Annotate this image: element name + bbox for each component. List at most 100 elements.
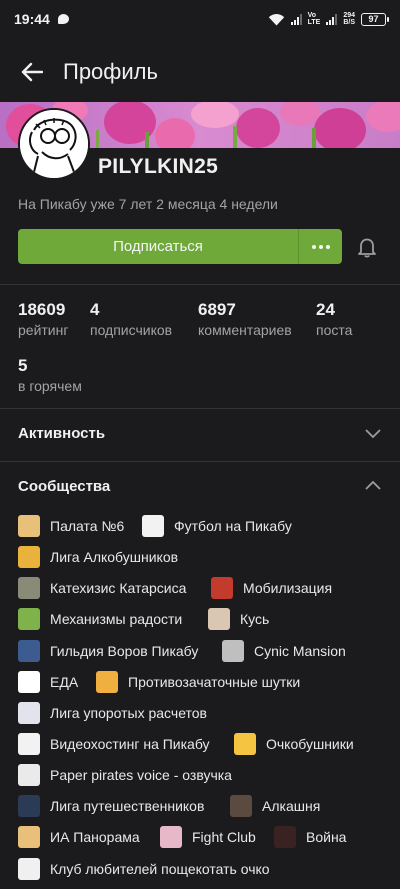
back-button[interactable] (19, 59, 45, 85)
section-activity[interactable]: Активность (0, 408, 400, 458)
section-communities-title: Сообщества (18, 477, 111, 495)
community-item[interactable]: Кусь (208, 608, 269, 630)
community-item[interactable]: Война (274, 826, 346, 848)
section-communities[interactable]: Сообщества (0, 461, 400, 511)
community-name: Футбол на Пикабу (174, 518, 292, 534)
community-name: Fight Club (192, 829, 256, 845)
community-item[interactable]: Видеохостинг на Пикабу (18, 733, 210, 755)
page-title: Профиль (63, 59, 158, 84)
chevron-up-icon (365, 480, 381, 490)
chat-notification-icon (57, 14, 69, 24)
status-time: 19:44 (14, 11, 50, 27)
community-item[interactable]: Лига путешественников (18, 795, 204, 817)
status-bar: 19:44 Vo LTE 294 B/S 97 (0, 0, 400, 38)
chevron-down-icon (365, 429, 381, 439)
stat-hot[interactable]: 5 в горячем (18, 356, 82, 394)
community-icon (230, 795, 252, 817)
community-item[interactable]: Мобилизация (211, 577, 332, 599)
stat-subscribers[interactable]: 4 подписчиков (90, 300, 172, 338)
community-icon (18, 764, 40, 786)
network-label-bottom: LTE (307, 19, 321, 26)
stat-subscribers-label: подписчиков (90, 322, 173, 338)
community-item[interactable]: Fight Club (160, 826, 256, 848)
community-item[interactable]: ЕДА (18, 671, 78, 693)
community-name: Алкашня (262, 798, 321, 814)
stat-posts-value: 24 (316, 300, 335, 319)
subscribe-row: Подписаться (18, 229, 342, 264)
bell-button[interactable] (356, 236, 378, 258)
community-name: Очкобушники (266, 736, 354, 752)
community-name: Лига Алкобушников (50, 549, 179, 565)
community-name: Механизмы радости (50, 611, 183, 627)
community-icon (208, 608, 230, 630)
community-icon (18, 546, 40, 568)
subscribe-button[interactable]: Подписаться (18, 229, 298, 264)
community-item[interactable]: Противозачаточные шутки (96, 671, 300, 693)
network-label-top: Vo (307, 12, 317, 19)
community-item[interactable]: Cynic Mansion (222, 640, 346, 662)
community-item[interactable]: Лига упоротых расчетов (18, 702, 207, 724)
status-indicators: Vo LTE 294 B/S 97 (268, 12, 389, 26)
stat-posts[interactable]: 24 поста (316, 300, 352, 338)
community-item[interactable]: Гильдия Воров Пикабу (18, 640, 198, 662)
stat-comments[interactable]: 6897 комментариев (198, 300, 292, 338)
stat-comments-value: 6897 (198, 300, 236, 319)
stat-rating: 18609 рейтинг (18, 300, 68, 338)
community-icon (18, 826, 40, 848)
divider-top (0, 284, 400, 285)
avatar-image (20, 110, 88, 178)
community-icon (18, 608, 40, 630)
community-item[interactable]: Клуб любителей пощекотать очко (18, 858, 270, 880)
community-name: Гильдия Воров Пикабу (50, 643, 199, 659)
community-name: ИА Панорама (50, 829, 140, 845)
community-item[interactable]: Очкобушники (234, 733, 354, 755)
network-speed: 294 B/S (343, 12, 355, 26)
stat-posts-label: поста (316, 322, 353, 338)
community-name: Лига упоротых расчетов (50, 705, 207, 721)
community-icon (18, 515, 40, 537)
community-name: Клуб любителей пощекотать очко (50, 861, 270, 877)
community-item[interactable]: Палата №6 (18, 515, 124, 537)
stat-hot-value: 5 (18, 356, 28, 375)
community-name: Видеохостинг на Пикабу (50, 736, 210, 752)
more-button[interactable] (298, 229, 342, 264)
signal-icon-2 (326, 13, 338, 25)
stat-hot-label: в горячем (18, 378, 82, 394)
community-name: Мобилизация (243, 580, 333, 596)
community-icon (96, 671, 118, 693)
community-item[interactable]: Paper pirates voice - озвучка (18, 764, 232, 786)
stat-rating-label: рейтинг (18, 322, 69, 338)
community-icon (18, 671, 40, 693)
stat-subscribers-value: 4 (90, 300, 100, 319)
stat-comments-label: комментариев (198, 322, 292, 338)
username: PILYLKIN25 (98, 155, 219, 178)
network-type: Vo LTE (308, 12, 321, 26)
community-item[interactable]: Алкашня (230, 795, 320, 817)
community-icon (211, 577, 233, 599)
stat-rating-value: 18609 (18, 300, 66, 319)
community-icon (274, 826, 296, 848)
community-name: Катехизис Катарсиса (50, 580, 187, 596)
community-icon (18, 858, 40, 880)
avatar[interactable] (18, 108, 90, 180)
section-activity-title: Активность (18, 424, 106, 442)
bell-icon (358, 238, 376, 258)
community-icon (18, 795, 40, 817)
community-name: Война (306, 829, 347, 845)
network-speed-unit: B/S (343, 19, 355, 26)
community-icon (18, 640, 40, 662)
arrow-left-icon (21, 62, 43, 82)
community-icon (18, 577, 40, 599)
member-since: На Пикабу уже 7 лет 2 месяца 4 недели (18, 196, 278, 212)
community-item[interactable]: Лига Алкобушников (18, 546, 178, 568)
community-item[interactable]: Механизмы радости (18, 608, 182, 630)
more-dots-icon (311, 244, 330, 249)
community-item[interactable]: ИА Панорама (18, 826, 140, 848)
community-name: Палата №6 (50, 518, 125, 534)
community-icon (234, 733, 256, 755)
battery-icon: 97 (361, 12, 389, 26)
community-icon (160, 826, 182, 848)
community-icon (222, 640, 244, 662)
community-item[interactable]: Катехизис Катарсиса (18, 577, 186, 599)
community-item[interactable]: Футбол на Пикабу (142, 515, 292, 537)
